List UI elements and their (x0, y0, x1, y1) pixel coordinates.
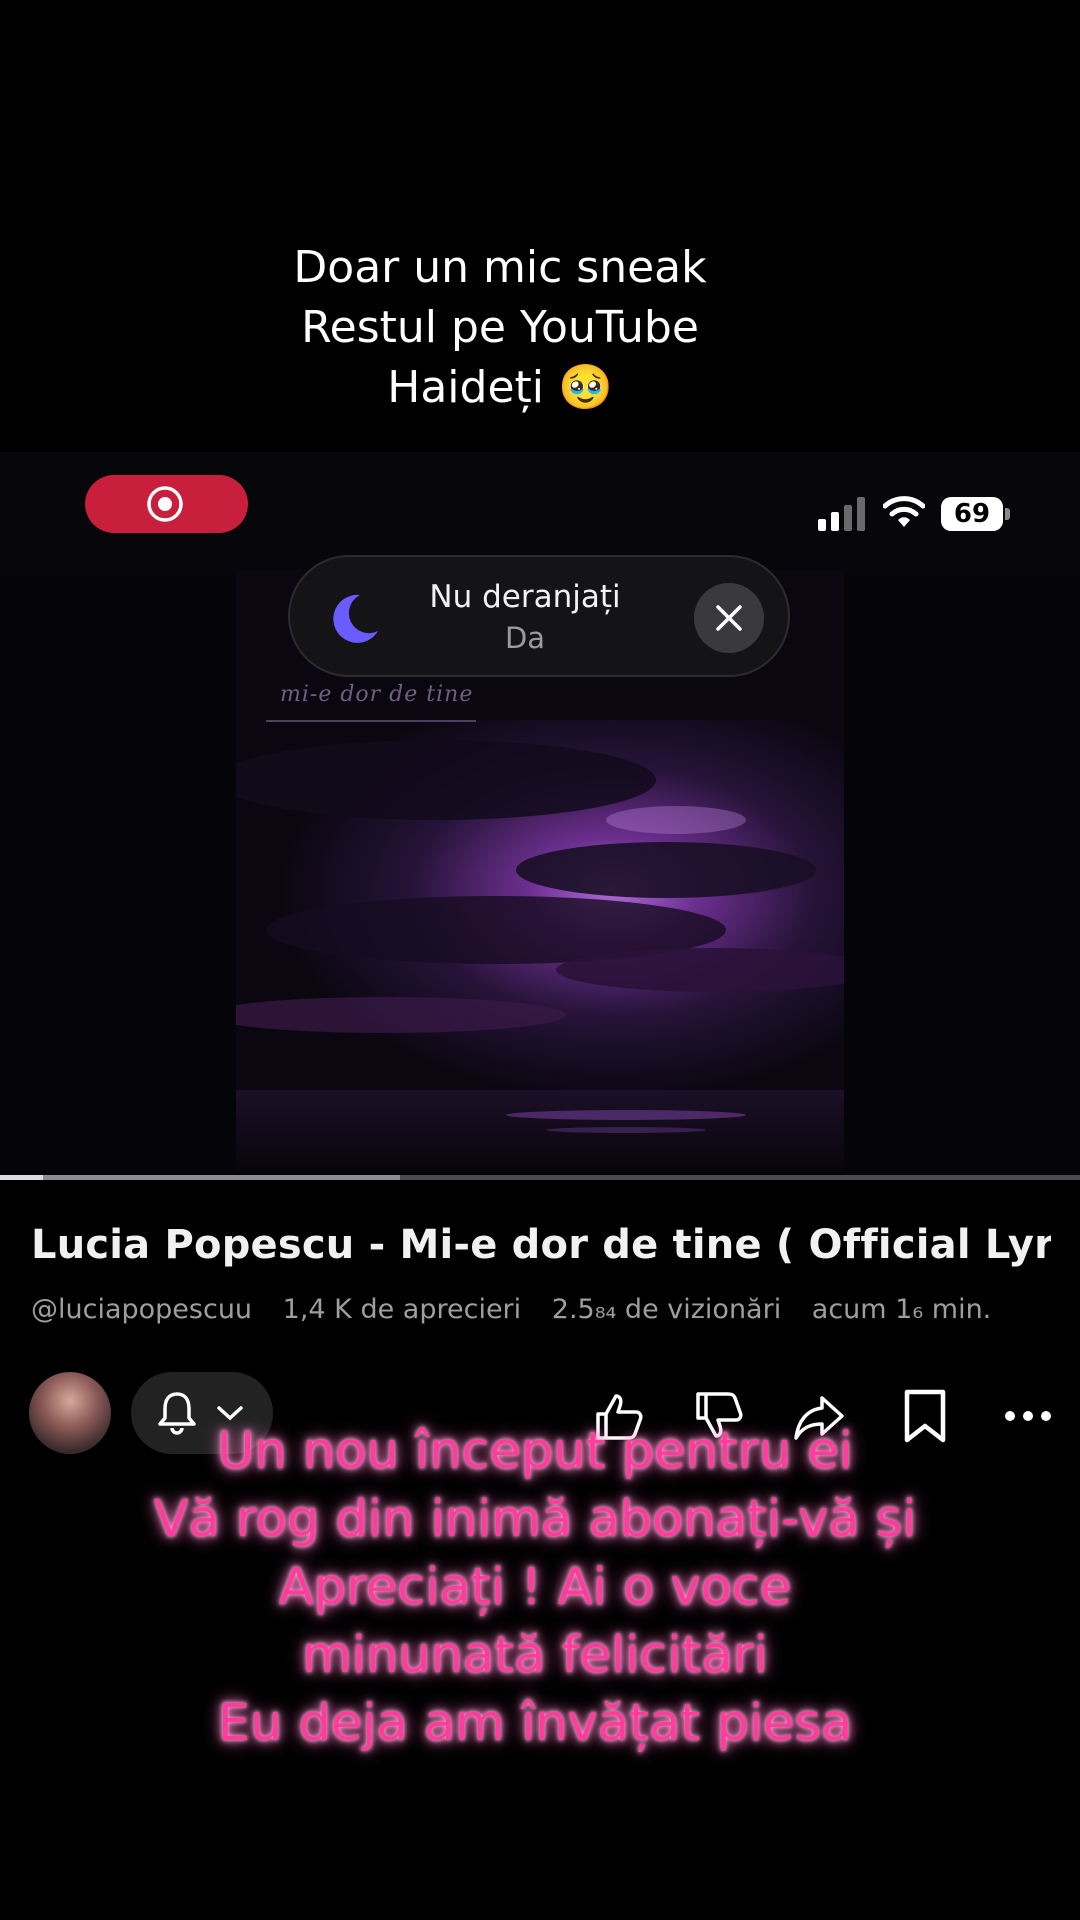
wifi-icon (883, 496, 925, 527)
bottom-caption-line-2: Vă rog din inimă abonați-vă și (153, 1490, 917, 1549)
dnd-title: Nu deranjați (429, 579, 621, 615)
do-not-disturb-banner[interactable]: Nu deranjați Da (288, 555, 790, 677)
dnd-subtitle: Da (504, 621, 546, 655)
bottom-caption-line-5: Eu deja am învățat piesa (217, 1694, 853, 1753)
battery-icon: 69 (941, 497, 1011, 531)
bottom-caption: Un nou început pentru ei Vă rog din inim… (0, 1418, 1070, 1758)
upload-time: acum 1₆ min. (811, 1294, 992, 1325)
bottom-caption-line-1: Un nou început pentru ei (217, 1422, 853, 1481)
view-count: 2.5₈₄ de vizionări (551, 1294, 782, 1325)
dnd-close-button[interactable] (694, 583, 764, 653)
top-caption-line-2: Restul pe YouTube (301, 302, 699, 353)
close-icon (716, 605, 742, 631)
top-caption: Doar un mic sneak Restul pe YouTube Haid… (0, 238, 1000, 418)
progress-buffered (0, 1175, 400, 1180)
moon-icon (333, 594, 378, 643)
bottom-caption-line-4: minunată felicitări (302, 1626, 768, 1685)
top-caption-line-3: Haideți 🥹 (387, 362, 613, 413)
channel-handle[interactable]: @luciapopescuu (31, 1294, 252, 1325)
artwork-handwritten-title: mi-e dor de tine (280, 682, 474, 707)
progress-played (0, 1175, 44, 1180)
signal-icon (818, 497, 865, 531)
video-progress-bar[interactable] (0, 1175, 1080, 1180)
artwork-underline (266, 720, 476, 722)
top-caption-line-1: Doar un mic sneak (293, 242, 707, 293)
video-meta: @luciapopescuu 1,4 K de aprecieri 2.5₈₄ … (31, 1294, 1061, 1325)
bottom-caption-line-3: Apreciați ! Ai o voce (278, 1558, 792, 1617)
battery-level: 69 (941, 497, 1003, 531)
screen-record-icon (147, 486, 183, 522)
like-count: 1,4 K de aprecieri (282, 1294, 522, 1325)
video-title[interactable]: Lucia Popescu - Mi-e dor de tine ( Offic… (31, 1222, 1051, 1268)
